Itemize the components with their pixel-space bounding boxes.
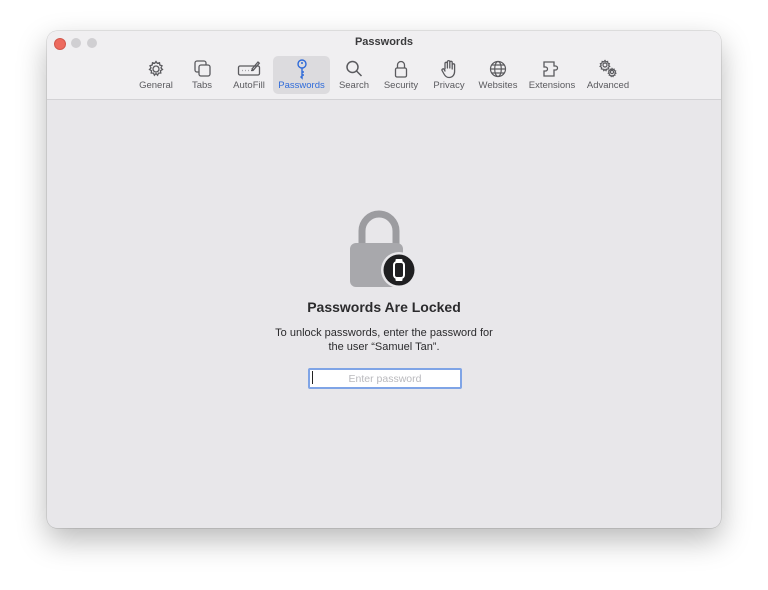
tab-privacy-label: Privacy <box>433 80 465 91</box>
tabs-icon <box>190 58 214 80</box>
preferences-toolbar: General Tabs AutoFill Passwords Search S… <box>47 56 721 96</box>
tab-search-label: Search <box>338 80 370 91</box>
preferences-window: Passwords General Tabs AutoFill Password… <box>47 31 721 528</box>
tab-tabs[interactable]: Tabs <box>185 56 219 94</box>
tab-search[interactable]: Search <box>335 56 373 94</box>
tab-extensions-label: Extensions <box>528 80 576 91</box>
tab-advanced-label: Advanced <box>586 80 630 91</box>
tab-tabs-label: Tabs <box>191 80 213 91</box>
locked-heading: Passwords Are Locked <box>307 299 461 315</box>
padlock-with-watch-icon <box>349 206 419 290</box>
window-title: Passwords <box>354 36 414 48</box>
gears-icon <box>596 58 620 80</box>
tab-general[interactable]: General <box>135 56 177 94</box>
password-field[interactable] <box>308 368 462 389</box>
tab-extensions[interactable]: Extensions <box>526 56 578 94</box>
tab-autofill[interactable]: AutoFill <box>227 56 271 94</box>
tab-advanced[interactable]: Advanced <box>583 56 633 94</box>
unlock-instructions-line-1: To unlock passwords, enter the password … <box>275 327 493 339</box>
key-icon <box>290 58 314 80</box>
lock-icon <box>389 58 413 80</box>
unlock-instructions: To unlock passwords, enter the password … <box>247 326 521 354</box>
tab-security-label: Security <box>383 80 419 91</box>
hand-icon <box>437 58 461 80</box>
puzzle-icon <box>540 58 564 80</box>
tab-websites-label: Websites <box>478 80 518 91</box>
tab-general-label: General <box>139 80 173 91</box>
autofill-icon <box>237 58 261 80</box>
passwords-locked-pane: Passwords Are Locked To unlock passwords… <box>47 100 721 528</box>
tab-security[interactable]: Security <box>379 56 423 94</box>
tab-autofill-label: AutoFill <box>233 80 265 91</box>
titlebar: Passwords General Tabs AutoFill Password… <box>47 31 721 100</box>
tab-privacy[interactable]: Privacy <box>429 56 469 94</box>
gear-icon <box>144 58 168 80</box>
tab-websites[interactable]: Websites <box>475 56 521 94</box>
globe-icon <box>486 58 510 80</box>
tab-passwords[interactable]: Passwords <box>273 56 330 94</box>
tab-passwords-label: Passwords <box>278 80 325 91</box>
unlock-instructions-line-2: the user “Samuel Tan”. <box>328 341 440 353</box>
magnifier-icon <box>342 58 366 80</box>
text-caret <box>312 371 313 384</box>
